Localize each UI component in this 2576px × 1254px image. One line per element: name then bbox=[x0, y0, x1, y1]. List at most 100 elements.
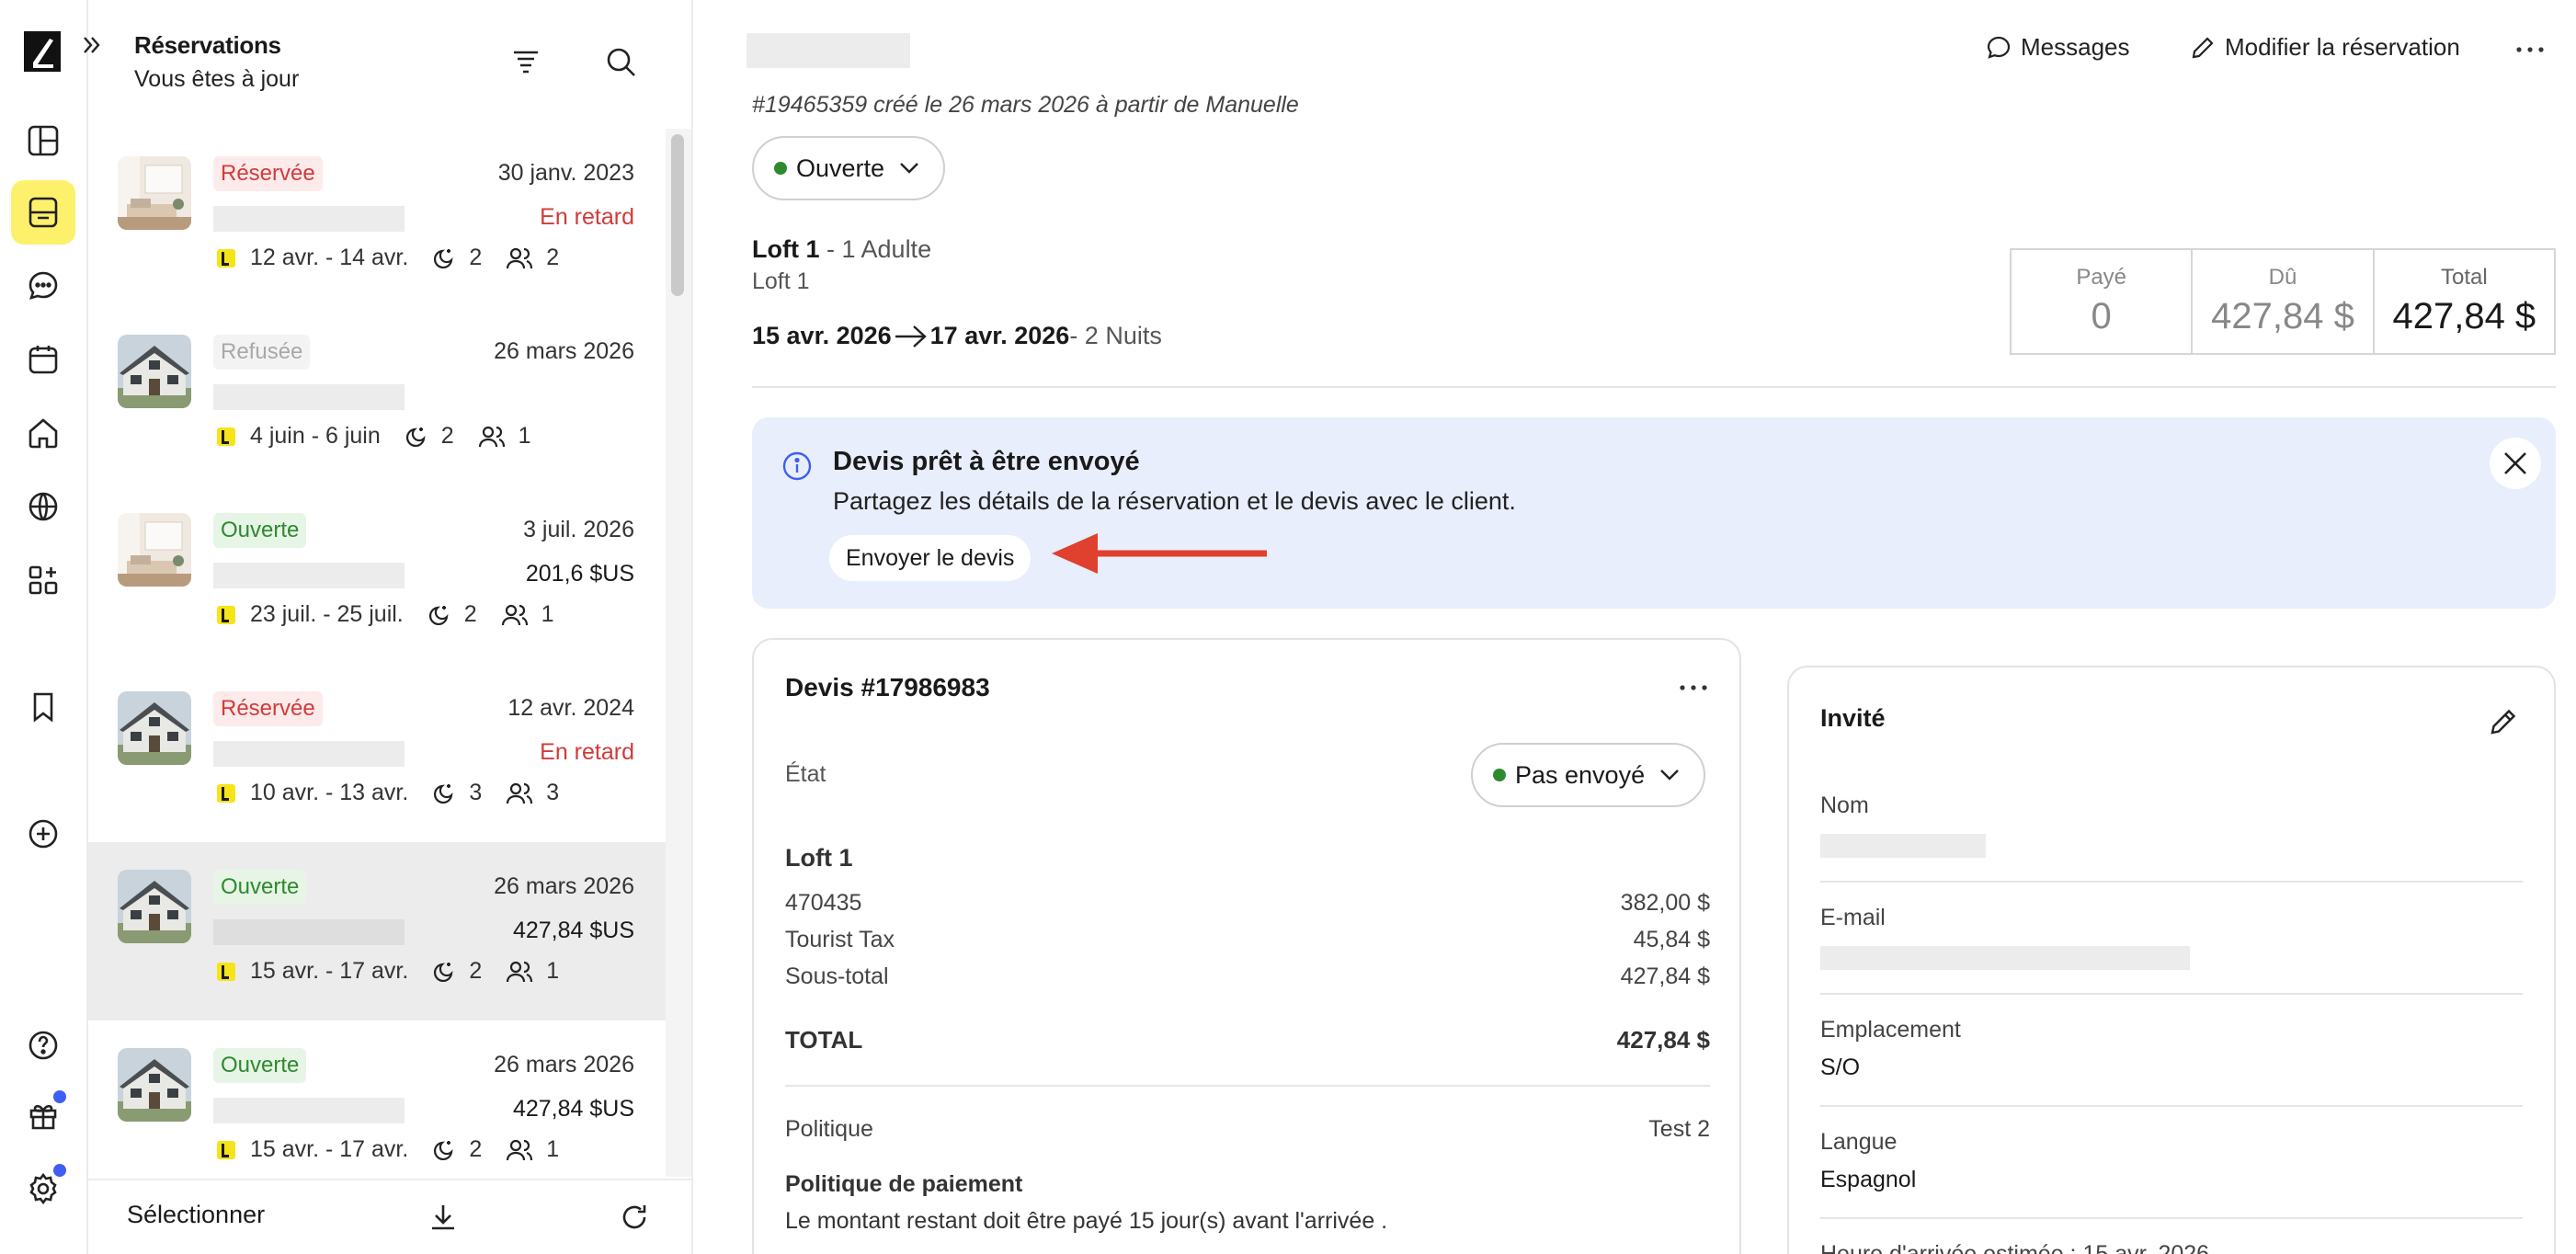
nights-icon bbox=[405, 425, 441, 449]
quote-state-dropdown[interactable]: Pas envoyé bbox=[1471, 743, 1706, 807]
payment-totals: Payé 0 Dû 427,84 $ Total 427,84 $ bbox=[2010, 248, 2556, 355]
status-badge: Ouverte bbox=[213, 1048, 307, 1083]
messages-icon[interactable] bbox=[11, 254, 75, 318]
list-footer: Sélectionner bbox=[88, 1179, 691, 1254]
list-title: Réservations bbox=[134, 31, 281, 59]
close-banner-button[interactable] bbox=[2490, 438, 2541, 489]
late-badge: En retard bbox=[540, 739, 634, 765]
expand-icon[interactable] bbox=[77, 31, 105, 59]
reservation-card[interactable]: Refusée 26 mars 2026 4 juin - 6 juin 2 1 bbox=[88, 307, 666, 485]
nights-count: 3 bbox=[469, 780, 483, 805]
quote-ready-banner: Devis prêt à être envoyé Partagez les dé… bbox=[752, 417, 2556, 609]
quote-line-row: Sous-total 427,84 $ bbox=[785, 963, 1710, 990]
modify-reservation-button[interactable]: Modifier la réservation bbox=[2190, 33, 2460, 62]
guests-count: 2 bbox=[546, 245, 560, 270]
select-button[interactable]: Sélectionner bbox=[127, 1201, 265, 1229]
dashboard-icon[interactable] bbox=[11, 108, 75, 173]
guest-name-placeholder bbox=[213, 741, 405, 767]
add-icon[interactable] bbox=[11, 802, 75, 866]
nights-icon bbox=[432, 960, 469, 984]
messages-button[interactable]: Messages bbox=[1986, 33, 2130, 62]
guest-name-placeholder bbox=[213, 384, 405, 410]
reservation-meta: 4 juin - 6 juin 2 1 bbox=[217, 423, 531, 450]
unit-summary: Loft 1 - 1 Adulte bbox=[752, 235, 932, 263]
reservation-card[interactable]: Ouverte 26 mars 2026 427,84 $US 15 avr. … bbox=[88, 842, 666, 1020]
reservation-card[interactable]: Ouverte 26 mars 2026 427,84 $US 15 avr. … bbox=[88, 1020, 666, 1177]
guests-icon bbox=[506, 960, 546, 984]
status-badge: Réservée bbox=[213, 691, 323, 726]
platform-logo-icon bbox=[217, 962, 235, 981]
gift-icon[interactable] bbox=[11, 1083, 75, 1147]
payment-policy-text: Le montant restant doit être payé 15 jou… bbox=[785, 1208, 1388, 1234]
due-cell: Dû 427,84 $ bbox=[2193, 250, 2375, 353]
quote-line-row: 470435 382,00 $ bbox=[785, 890, 1710, 917]
quote-line-amount: 382,00 $ bbox=[1620, 890, 1710, 916]
more-options-icon[interactable] bbox=[2515, 46, 2554, 53]
chat-icon bbox=[1987, 36, 2011, 59]
reservation-dates: 10 avr. - 13 avr. bbox=[250, 780, 409, 805]
total-cell: Total 427,84 $ bbox=[2392, 265, 2536, 336]
property-thumbnail bbox=[118, 691, 191, 765]
globe-icon[interactable] bbox=[11, 474, 75, 539]
guest-name-placeholder bbox=[747, 33, 910, 68]
app-logo-icon[interactable] bbox=[22, 29, 63, 74]
help-icon[interactable] bbox=[11, 1013, 75, 1077]
refresh-icon[interactable] bbox=[614, 1197, 655, 1237]
property-thumbnail bbox=[118, 870, 191, 943]
quote-unit: Loft 1 bbox=[785, 844, 853, 872]
guests-count: 1 bbox=[541, 601, 554, 627]
home-icon[interactable] bbox=[11, 401, 75, 465]
reservations-icon[interactable] bbox=[11, 180, 75, 245]
quote-more-icon[interactable] bbox=[1679, 684, 1708, 691]
reservation-meta: 10 avr. - 13 avr. 3 3 bbox=[217, 780, 559, 806]
reservation-status-dropdown[interactable]: Ouverte bbox=[752, 136, 946, 200]
pencil-icon bbox=[2192, 36, 2214, 58]
property-thumbnail bbox=[118, 1048, 191, 1122]
nights-icon bbox=[432, 246, 469, 270]
edit-guest-icon[interactable] bbox=[2488, 706, 2519, 737]
reservation-date: 26 mars 2026 bbox=[494, 1052, 634, 1077]
reservation-dates: 4 juin - 6 juin bbox=[250, 423, 381, 449]
filter-icon[interactable] bbox=[506, 42, 546, 83]
platform-logo-icon bbox=[217, 1140, 235, 1159]
reservation-card[interactable]: Réservée 30 janv. 2023 En retard 12 avr.… bbox=[88, 129, 666, 307]
bookmark-icon[interactable] bbox=[11, 675, 75, 739]
apps-icon[interactable] bbox=[11, 548, 75, 612]
platform-logo-icon bbox=[217, 248, 235, 268]
platform-logo-icon bbox=[217, 427, 235, 446]
nights-icon bbox=[427, 603, 464, 627]
banner-subtitle: Partagez les détails de la réservation e… bbox=[833, 487, 1516, 515]
reservation-card[interactable]: Réservée 12 avr. 2024 En retard 10 avr. … bbox=[88, 664, 666, 842]
quote-line-row: Tourist Tax 45,84 $ bbox=[785, 927, 1710, 953]
quote-total-row: TOTAL 427,84 $ bbox=[785, 1026, 1710, 1054]
reservation-dates: 15 avr. - 17 avr. bbox=[250, 958, 409, 984]
guest-card: Invité Nom E-mail Emplacement S/O Langue… bbox=[1787, 666, 2556, 1254]
paid-cell: Payé 0 bbox=[2012, 250, 2194, 353]
nights-count: 2 bbox=[469, 245, 483, 270]
reservation-status-label: Ouverte bbox=[796, 154, 885, 182]
status-badge: Ouverte bbox=[213, 870, 307, 905]
guest-divider bbox=[1820, 1105, 2523, 1107]
send-quote-button[interactable]: Envoyer le devis bbox=[829, 535, 1032, 581]
info-icon bbox=[781, 450, 813, 482]
notification-dot-icon bbox=[53, 1164, 66, 1177]
list-scrollbar[interactable] bbox=[671, 134, 684, 296]
chevron-down-icon bbox=[1660, 770, 1679, 781]
settings-icon[interactable] bbox=[11, 1157, 75, 1221]
calendar-icon[interactable] bbox=[11, 327, 75, 392]
reservation-meta: 15 avr. - 17 avr. 2 1 bbox=[217, 958, 559, 985]
reservation-created-text: #19465359 créé le 26 mars 2026 à partir … bbox=[752, 92, 1299, 118]
download-icon[interactable] bbox=[423, 1197, 463, 1237]
search-icon[interactable] bbox=[601, 42, 642, 83]
quote-policy-row: Politique Test 2 bbox=[785, 1116, 1710, 1142]
arrow-right-icon bbox=[895, 325, 927, 348]
guests-count: 1 bbox=[546, 1136, 560, 1162]
platform-logo-icon bbox=[217, 783, 235, 803]
list-subtitle: Vous êtes à jour bbox=[134, 66, 300, 92]
reservation-card[interactable]: Ouverte 3 juil. 2026 201,6 $US 23 juil. … bbox=[88, 485, 666, 664]
reservation-dates: 15 avr. - 17 avr. bbox=[250, 1136, 409, 1162]
reservation-date: 30 janv. 2023 bbox=[497, 160, 634, 186]
guests-count: 1 bbox=[518, 423, 531, 449]
reservation-dates: 23 juil. - 25 juil. bbox=[250, 601, 404, 627]
reservation-dates: 12 avr. - 14 avr. bbox=[250, 245, 409, 270]
